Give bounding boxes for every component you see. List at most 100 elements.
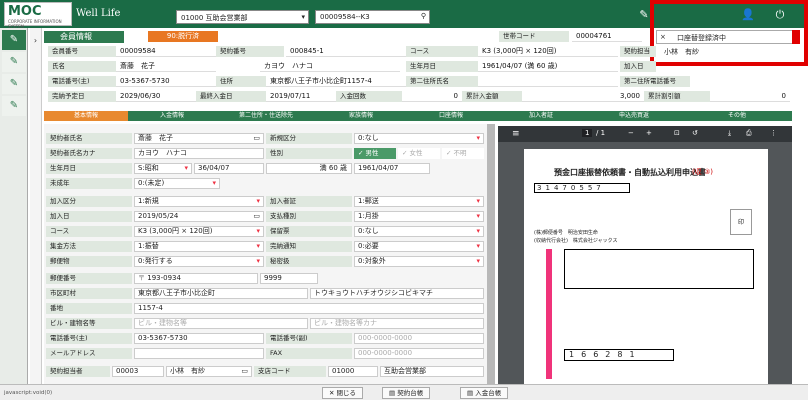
branch-code-field[interactable]: 01000: [328, 366, 378, 377]
new-type-select[interactable]: 0:なし ▾: [354, 133, 484, 144]
branch-name-field[interactable]: 互助会営業部: [380, 366, 484, 377]
contract-ledger-button[interactable]: ▤ 契約台帳: [382, 387, 431, 399]
staff-code-field[interactable]: 00003: [112, 366, 164, 377]
notice-person: 小林 有紗: [664, 48, 699, 56]
phone2-label: 電話番号(副): [266, 333, 352, 344]
contractor-kana-field[interactable]: カヨウ ハナコ: [134, 148, 264, 159]
minor-value: 0:(未定): [138, 179, 165, 187]
payment-ledger-button[interactable]: ▤ 入金台帳: [460, 387, 509, 399]
gender-label: 性別: [266, 148, 352, 159]
city-kana-field[interactable]: トウキョウトハチオウジシコビキマチ: [310, 288, 484, 299]
zip-field[interactable]: 〒 193-0934: [134, 273, 258, 284]
chevron-down-icon: ▾: [212, 179, 216, 187]
tab-account[interactable]: 口座情報: [406, 111, 496, 121]
sidebar-edit-3[interactable]: ✎: [2, 74, 26, 94]
chevron-down-icon: ▾: [476, 227, 480, 235]
form-scrollbar[interactable]: [487, 124, 495, 384]
total-label: 累計入金額: [462, 91, 522, 102]
pdf-account-box: 166281: [564, 349, 674, 361]
notice-flag: [792, 30, 800, 44]
status-badge: 90:脱行済: [148, 31, 218, 42]
fax-label: FAX: [266, 348, 352, 359]
insurance-select[interactable]: 0:なし ▾: [354, 226, 484, 237]
secret-select[interactable]: 0:対象外 ▾: [354, 256, 484, 267]
pdf-doc-title-tag: (収 ③): [692, 168, 713, 176]
join-date-field[interactable]: 2019/05/24 ▭: [134, 211, 264, 222]
birth-date-field[interactable]: 1961/04/07: [354, 163, 430, 174]
pdf-digit: 1: [545, 184, 554, 192]
tab-application[interactable]: 申込売買返: [586, 111, 682, 121]
zip-sub-field[interactable]: 9999: [260, 273, 318, 284]
fit-page-icon[interactable]: ⊡: [674, 129, 680, 137]
mail-select[interactable]: 0:発行する ▾: [134, 256, 264, 267]
fax-field[interactable]: 000-0000-0000: [354, 348, 484, 359]
phone-field[interactable]: 03-5367-5730: [134, 333, 264, 344]
tab-payment[interactable]: 入金情報: [128, 111, 216, 121]
collapse-toggle[interactable]: ›: [30, 28, 42, 400]
contractor-name-field[interactable]: 斎藤 花子 ▭: [134, 133, 264, 144]
pdf-company-line: (株)郵便番号 明治安田生命: [534, 230, 598, 236]
zoom-out-icon[interactable]: −: [628, 129, 634, 137]
pdf-form-box: [564, 249, 754, 289]
close-button[interactable]: ✕ 閉じる: [322, 387, 364, 399]
tab-cert[interactable]: 加入者証: [496, 111, 586, 121]
complete-label: 完納予定日: [48, 91, 116, 102]
city-field[interactable]: 東京都八王子市小比企町: [134, 288, 308, 299]
tab-address2[interactable]: 第二住所・住送除先: [216, 111, 316, 121]
sidebar-edit-2[interactable]: ✎: [2, 52, 26, 72]
pdf-page-current[interactable]: 1: [582, 129, 593, 137]
gender-male-option[interactable]: ✓ 男性: [354, 148, 396, 159]
pay-type-select[interactable]: 1:月掛 ▾: [354, 211, 484, 222]
last-pay: 2019/07/11: [266, 91, 336, 102]
pencil-icon: ✎: [9, 100, 19, 111]
bldg-kana-field[interactable]: ビル・建物名等カナ: [310, 318, 484, 329]
calendar-icon: ▭: [253, 212, 260, 220]
tab-basic[interactable]: 基本情報: [44, 111, 128, 121]
zoom-in-icon[interactable]: +: [646, 129, 652, 137]
search-icon: ⚲: [420, 12, 426, 20]
branch-select[interactable]: 01000 互助会営業部 ▾: [176, 10, 309, 24]
more-icon[interactable]: ⋮: [770, 129, 777, 137]
bldg-field[interactable]: ビル・建物名等: [134, 318, 308, 329]
notice-close-icon[interactable]: ×: [660, 33, 666, 41]
sidebar-edit-1[interactable]: ✎: [2, 30, 26, 50]
pdf-digit: 1: [569, 350, 582, 359]
collect-select[interactable]: 1:振替 ▾: [134, 241, 264, 252]
birth-label: 生年月日: [406, 61, 478, 72]
contractor-name-label: 契約者氏名: [46, 133, 132, 144]
tab-family[interactable]: 家族情報: [316, 111, 406, 121]
zip-value: 193-0934: [147, 274, 181, 282]
pay-count: 0: [402, 91, 462, 102]
notice-select[interactable]: 0:必要 ▾: [354, 241, 484, 252]
sidebar-edit-4[interactable]: ✎: [2, 96, 26, 116]
rotate-icon[interactable]: ↺: [692, 129, 698, 137]
street-field[interactable]: 1157-4: [134, 303, 484, 314]
menu-icon[interactable]: ≡: [512, 129, 520, 139]
pdf-toolbar: ≡ 1 / 1 − + ⊡ ↺ ⤓ ⎙ ⋮: [498, 126, 792, 142]
document-icon: ▤: [467, 389, 476, 397]
course-select[interactable]: K3 (3,000円 × 120回) ▾: [134, 226, 264, 237]
join-type-select[interactable]: 1:新規 ▾: [134, 196, 264, 207]
pdf-digit: 7: [562, 184, 571, 192]
card-icon: ▭: [253, 134, 260, 142]
birth-wareki-field[interactable]: 36/04/07: [194, 163, 264, 174]
pdf-page-total: / 1: [596, 129, 606, 137]
download-icon[interactable]: ⤓: [728, 129, 731, 138]
minor-select[interactable]: 0:(未定) ▾: [134, 178, 220, 189]
email-field[interactable]: [134, 348, 264, 359]
print-icon[interactable]: ⎙: [746, 129, 752, 138]
chevron-down-icon: ▾: [476, 197, 480, 205]
pencil-icon[interactable]: ✎: [637, 8, 651, 22]
birth-era-select[interactable]: S:昭和 ▾: [134, 163, 192, 174]
pay-count-label: 入金回数: [336, 91, 402, 102]
staff-name-field[interactable]: 小林 有紗 ▭: [166, 366, 252, 377]
course-label: コース: [406, 46, 478, 57]
gender-female-option[interactable]: ✓ 女性: [398, 148, 440, 159]
cert-select[interactable]: 1:郵送 ▾: [354, 196, 484, 207]
chevron-down-icon: ▾: [476, 212, 480, 220]
phone2-field[interactable]: 000-0000-0000: [354, 333, 484, 344]
gender-unknown-option[interactable]: ✓ 不明: [442, 148, 484, 159]
tab-other[interactable]: その他: [682, 111, 792, 121]
pdf-digit: 6: [581, 350, 594, 359]
member-search[interactable]: 00009584--K3 ⚲: [315, 10, 430, 24]
